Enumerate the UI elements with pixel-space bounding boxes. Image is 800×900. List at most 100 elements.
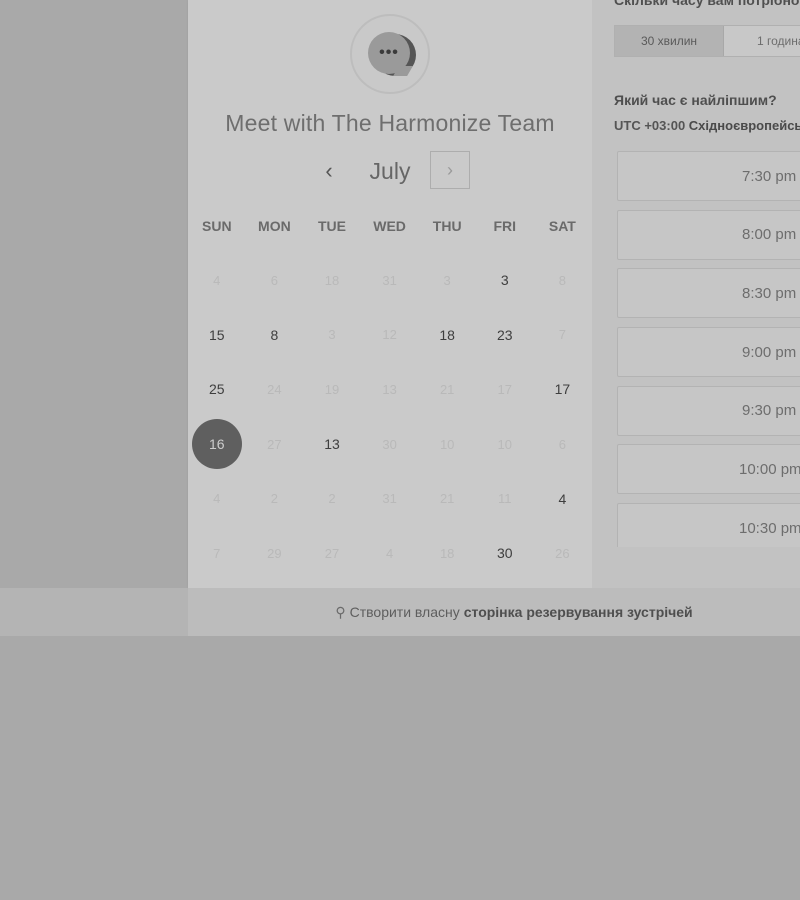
calendar-day-label: 21 <box>439 491 455 507</box>
calendar-day-label: 19 <box>324 381 340 397</box>
calendar-day-label: 2 <box>270 491 278 507</box>
calendar-day[interactable]: 17 <box>534 362 592 417</box>
calendar-day[interactable]: 3 <box>476 253 534 308</box>
calendar-day: 31 <box>361 253 419 308</box>
calendar-day-label: 2 <box>328 491 336 507</box>
calendar-day-label: 12 <box>382 327 397 343</box>
calendar-day: 2 <box>303 471 361 526</box>
duration-option-30[interactable]: 30 хвилин <box>615 26 724 56</box>
weekday-label: FRI <box>493 218 517 234</box>
calendar-day-label: 3 <box>443 272 451 288</box>
footer: ⚲ Створити власну сторінка резервування … <box>188 588 800 636</box>
calendar-day: 3 <box>303 308 361 363</box>
calendar-day-label: 6 <box>558 436 566 452</box>
duration-selector: 30 хвилин 1 година <box>614 25 800 57</box>
calendar-day-label: 11 <box>498 491 512 507</box>
time-slot-button[interactable]: 7:30 pm <box>617 151 800 201</box>
time-slot-button[interactable]: 9:00 pm <box>617 327 800 378</box>
calendar-day-label: 7 <box>558 327 566 343</box>
calendar-day: 10 <box>418 417 476 472</box>
calendar-day: 6 <box>534 417 592 472</box>
calendar-day: 4 <box>361 526 419 581</box>
calendar-day-label: 7 <box>213 545 221 561</box>
calendar-day: 4 <box>188 253 246 308</box>
calendar-day-selected[interactable]: 16 <box>188 417 246 472</box>
calendar-day-label: 4 <box>558 490 567 507</box>
time-slot-button[interactable]: 9:30 pm <box>617 385 800 436</box>
meetings-widget: ••• Meet with The Harmonize Team ‹ July … <box>188 0 800 636</box>
calendar-day-grid: 4 6 18 31 3 3 8 15 8 3 12 18 23 7 25 24 19 13 21 17 17 16 27 13… <box>188 253 592 581</box>
calendar-day: 12 <box>361 308 419 363</box>
calendar-day-label: 4 <box>385 545 394 561</box>
calendar-day-label: 29 <box>267 545 282 561</box>
calendar-day: 7 <box>534 308 592 363</box>
calendar-day-label: 13 <box>324 436 340 453</box>
calendar-panel: ••• Meet with The Harmonize Team ‹ July … <box>188 0 592 588</box>
calendar-day: 27 <box>303 526 361 581</box>
duration-option-60[interactable]: 1 година <box>724 26 800 56</box>
calendar-day[interactable]: 18 <box>418 308 476 363</box>
calendar-day-label: 16 <box>191 419 242 470</box>
calendar-day[interactable]: 30 <box>476 526 534 581</box>
time-slot-button[interactable]: 10:00 pm <box>617 444 800 495</box>
calendar-day[interactable]: 23 <box>476 308 534 363</box>
calendar-day-label: 18 <box>439 326 455 343</box>
weekday-label: MON <box>258 218 291 234</box>
calendar-day[interactable]: 13 <box>303 417 361 472</box>
calendar-day-label: 15 <box>209 326 225 343</box>
footer-text: Створити власну <box>349 604 460 620</box>
calendar-day: 31 <box>361 471 419 526</box>
calendar-day[interactable]: 4 <box>534 471 592 526</box>
previous-month-button[interactable]: ‹ <box>316 156 342 186</box>
calendar-day: 24 <box>246 362 304 417</box>
chat-bubble-logo-icon: ••• <box>350 14 430 94</box>
calendar-day-label: 31 <box>382 491 397 507</box>
weekday-label: TUE <box>317 218 346 234</box>
calendar-day[interactable]: 25 <box>188 362 246 417</box>
calendar-day-label: 4 <box>213 491 221 507</box>
calendar-day: 10 <box>476 417 534 472</box>
calendar-day: 18 <box>418 526 476 581</box>
next-month-button[interactable]: › <box>430 151 470 189</box>
calendar-day[interactable]: 15 <box>188 308 246 363</box>
calendar-day-label: 17 <box>497 381 512 397</box>
calendar-day: 21 <box>418 362 476 417</box>
weekday-label: THU <box>432 218 462 234</box>
calendar-day: 18 <box>303 253 361 308</box>
calendar-day-label: 10 <box>497 436 512 452</box>
calendar-day-label: 3 <box>500 272 509 289</box>
calendar-day: 19 <box>303 362 361 417</box>
time-slot-button[interactable]: 8:00 pm <box>617 209 800 260</box>
time-slot-button[interactable]: 8:30 pm <box>617 268 800 319</box>
time-question: Який час є найліпшим? <box>614 92 777 108</box>
time-slot-button[interactable]: 10:30 pm <box>617 503 800 547</box>
footer-link[interactable]: сторінка резервування зустрічей <box>464 604 693 620</box>
calendar-day-label: 10 <box>439 436 455 452</box>
calendar-day-label: 8 <box>558 272 566 288</box>
calendar-day: 30 <box>361 417 419 472</box>
calendar-day-label: 18 <box>324 272 340 288</box>
times-panel: Скільки часу вам потрібно? 30 хвилин 1 г… <box>592 0 800 588</box>
calendar-day: 11 <box>476 471 534 526</box>
calendar-day-label: 17 <box>554 381 571 398</box>
calendar-day: 8 <box>534 253 592 308</box>
calendar-day: 21 <box>418 471 476 526</box>
calendar-day: 2 <box>246 471 304 526</box>
calendar-day[interactable]: 8 <box>246 308 304 363</box>
timezone-selector[interactable]: UTC +03:00 Східноєвропейський час <box>614 118 800 133</box>
page-title: Meet with The Harmonize Team <box>225 110 555 136</box>
calendar-day-label: 30 <box>496 545 513 562</box>
calendar-day: 4 <box>188 471 246 526</box>
weekday-label: SUN <box>202 218 232 234</box>
timezone-name: Східноєвропейський час <box>688 118 800 133</box>
calendar-day: 27 <box>246 417 304 472</box>
calendar-day: 3 <box>418 253 476 308</box>
calendar-day-label: 23 <box>496 326 513 343</box>
calendar-day-label: 30 <box>382 436 397 452</box>
calendar-day-label: 13 <box>382 381 397 397</box>
calendar-day-label: 27 <box>324 545 340 561</box>
weekday-label: WED <box>373 218 406 234</box>
calendar-day-label: 25 <box>209 381 225 398</box>
calendar-day-label: 3 <box>328 327 336 343</box>
calendar-day-label: 6 <box>270 272 278 288</box>
